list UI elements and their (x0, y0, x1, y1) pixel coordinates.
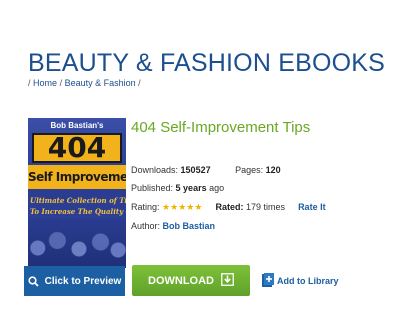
published-value: 5 years (175, 183, 207, 193)
ebook-page: BEAUTY & FASHION EBOOKS / Home / Beauty … (0, 0, 400, 319)
star-icon: ★ (162, 202, 171, 212)
cover-crowd-image (28, 218, 126, 268)
cover-subtitle: Self Improvement Tips (28, 165, 126, 189)
rated-label: Rated: (215, 202, 244, 212)
published-row: Published: 5 years ago (131, 183, 224, 193)
star-icon: ★ (170, 202, 179, 212)
rate-it-link[interactable]: Rate It (298, 202, 326, 212)
preview-label: Click to Preview (44, 275, 122, 287)
download-label: DOWNLOAD (148, 274, 214, 287)
download-button[interactable]: DOWNLOAD (132, 265, 250, 296)
add-to-library-button[interactable]: Add to Library (262, 273, 339, 289)
breadcrumb-category-link[interactable]: Beauty & Fashion (65, 78, 136, 88)
rating-stars[interactable]: ★★★★★ (162, 202, 202, 212)
rating-label: Rating: (131, 202, 160, 212)
rating-row: Rating: ★★★★★ Rated: 179 times Rate It (131, 202, 326, 213)
downloads-value: 150527 (180, 165, 211, 175)
breadcrumb-home-link[interactable]: Home (33, 78, 57, 88)
downloads-row: Downloads: 150527 Pages: 120 (131, 165, 281, 175)
breadcrumb-separator: / (138, 78, 141, 88)
author-row: Author: Bob Bastian (131, 221, 215, 231)
breadcrumb-separator: / (59, 78, 63, 88)
published-suffix: ago (209, 183, 225, 193)
cover-tagline: To Increase The Quality of Your Life (30, 207, 126, 216)
author-label: Author: (131, 221, 161, 231)
magnifier-icon (28, 275, 39, 287)
cover-author: Bob Bastian's (50, 121, 104, 130)
author-link[interactable]: Bob Bastian (163, 221, 216, 231)
cover-tagline: Ultimate Collection of Tips & Tactics (30, 196, 126, 205)
cover-number: 404 (32, 133, 122, 163)
add-library-label: Add to Library (277, 276, 339, 286)
click-to-preview-button[interactable]: Click to Preview (24, 266, 125, 296)
download-icon (221, 272, 234, 289)
add-library-icon (262, 273, 274, 289)
rated-value: 179 times (246, 202, 286, 212)
star-icon: ★ (194, 202, 203, 212)
book-title: 404 Self-Improvement Tips (131, 119, 311, 136)
published-label: Published: (131, 183, 174, 193)
book-cover[interactable]: Bob Bastian's 404 Self Improvement Tips … (28, 118, 126, 268)
pages-label: Pages: (235, 165, 264, 175)
pages-value: 120 (265, 165, 281, 175)
breadcrumb: / Home / Beauty & Fashion / (28, 78, 141, 88)
downloads-label: Downloads: (131, 165, 179, 175)
page-title: BEAUTY & FASHION EBOOKS (28, 49, 386, 77)
breadcrumb-separator: / (28, 78, 31, 88)
